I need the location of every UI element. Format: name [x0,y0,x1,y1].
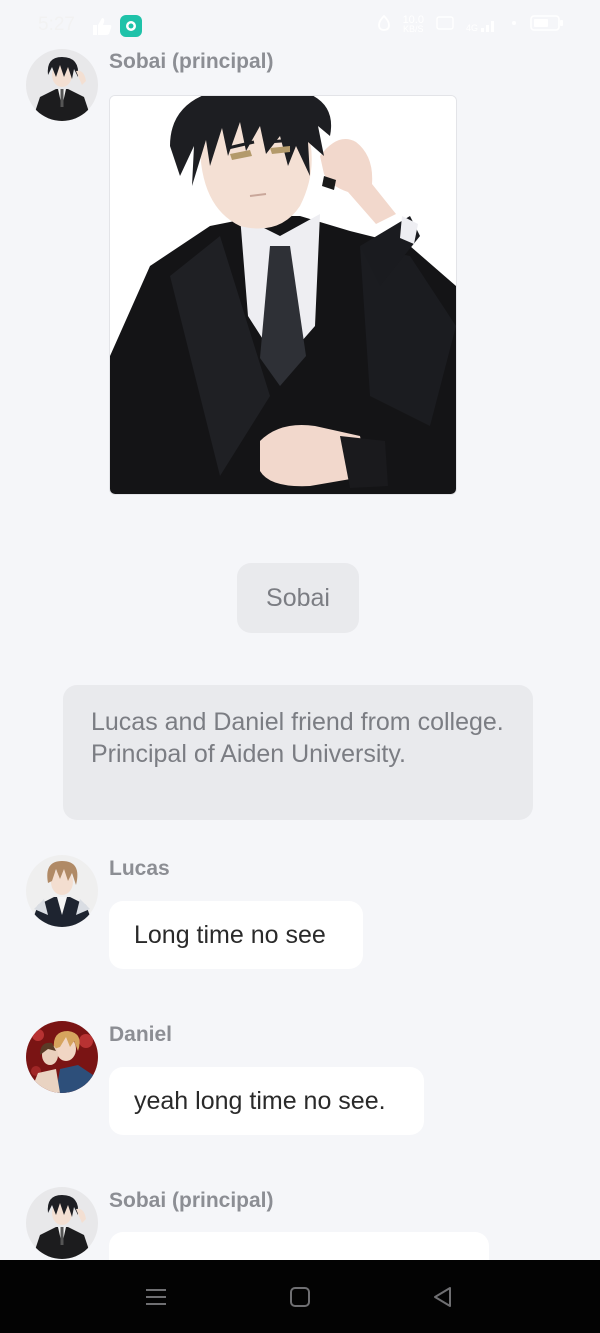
volte-icon [436,15,454,34]
navigation-bar [0,1260,600,1333]
wifi-dot-icon [510,19,518,30]
lucas-avatar[interactable] [26,855,98,927]
notification-icons [92,15,142,42]
network-speed: 10.0 KB/S [403,14,424,34]
sobai-avatar[interactable] [26,49,98,121]
sender-name: Sobai (principal) [109,1189,274,1212]
signal-label: 4G [465,22,478,33]
back-icon[interactable] [428,1282,458,1312]
app-notification-icon [120,15,142,42]
battery-icon [530,14,564,35]
signal-icon: 4G [466,17,498,33]
message-bubble[interactable]: yeah long time no see. [109,1067,424,1135]
message-bubble[interactable]: Long time no see [109,901,363,969]
daniel-avatar[interactable] [26,1021,98,1093]
alarm-icon [377,14,391,34]
sender-name: Sobai (principal) [109,50,274,73]
character-name-pill: Sobai [237,563,359,633]
home-icon[interactable] [285,1282,315,1312]
character-image[interactable] [109,95,457,495]
character-description: Lucas and Daniel friend from college. Pr… [63,685,533,820]
status-bar: 5:27 10.0 KB/S 4G [0,0,600,50]
thumbs-up-icon [92,17,112,40]
chat-area[interactable]: Sobai (principal) Sobai Lucas and Daniel… [0,0,600,1260]
sender-name: Lucas [109,857,170,880]
sobai-avatar[interactable] [26,1187,98,1259]
menu-icon[interactable] [141,1282,171,1312]
network-speed-unit: KB/S [403,23,424,34]
sender-name: Daniel [109,1023,173,1046]
status-time: 5:27 [38,14,75,35]
message-bubble-partial[interactable] [109,1232,489,1260]
system-status-icons: 10.0 KB/S 4G [377,14,564,35]
